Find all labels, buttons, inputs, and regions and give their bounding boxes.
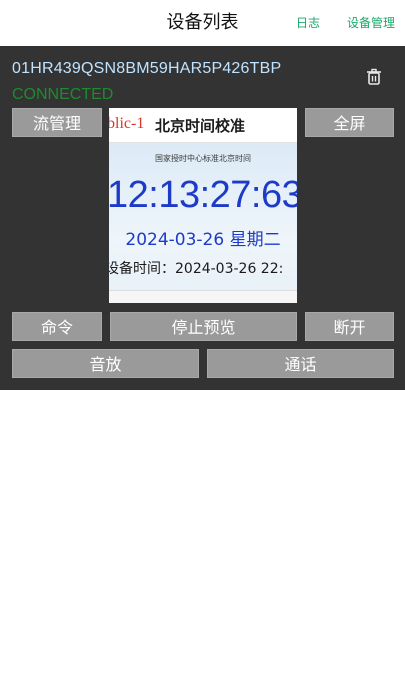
- preview-date: 2024-03-26 星期二: [125, 230, 281, 250]
- preview-footer: [109, 290, 297, 303]
- stream-management-button[interactable]: 流管理: [12, 108, 102, 137]
- disconnect-button[interactable]: 断开: [305, 312, 394, 341]
- log-link[interactable]: 日志: [296, 0, 320, 46]
- preview-header-prefix: blic-1: [109, 115, 145, 132]
- device-management-link[interactable]: 设备管理: [347, 0, 395, 46]
- connection-status: CONNECTED: [12, 86, 114, 103]
- trash-icon[interactable]: [364, 67, 384, 87]
- preview-device-time: 设备时间：2024-03-26 22:: [109, 261, 284, 277]
- call-button[interactable]: 通话: [207, 349, 394, 378]
- device-id: 01HR439QSN8BM59HAR5P426TBP: [12, 60, 282, 77]
- preview-header-title: 北京时间校准: [155, 117, 246, 135]
- top-bar: 设备列表 日志 设备管理: [0, 0, 405, 46]
- preview-clock-time: 12:13:27:63: [109, 174, 297, 216]
- audio-button[interactable]: 音放: [12, 349, 199, 378]
- stop-preview-button[interactable]: 停止预览: [110, 312, 297, 341]
- video-preview[interactable]: blic-1 北京时间校准 国家授时中心标准北京时间 12:13:27:63 2…: [109, 108, 297, 303]
- fullscreen-button[interactable]: 全屏: [305, 108, 394, 137]
- preview-body: [109, 143, 297, 303]
- command-button[interactable]: 命令: [12, 312, 102, 341]
- preview-header: blic-1 北京时间校准: [109, 108, 297, 143]
- page-title: 设备列表: [166, 12, 239, 33]
- preview-subtitle: 国家授时中心标准北京时间: [155, 154, 251, 163]
